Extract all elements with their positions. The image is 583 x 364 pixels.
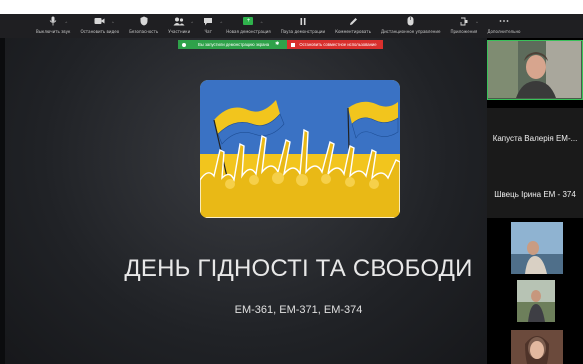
participant-name: Капуста Валерія ЕМ-... bbox=[492, 133, 578, 143]
shield-icon bbox=[136, 16, 152, 26]
slide-title: ДЕНЬ ГІДНОСТІ ТА СВОБОДИ bbox=[124, 255, 473, 282]
chevron-up-icon[interactable]: ^ bbox=[476, 18, 478, 28]
participant-avatar-photo bbox=[487, 218, 583, 278]
annotate-button[interactable]: Комментировать bbox=[335, 14, 371, 34]
new-share-button[interactable]: + ^ Новая демонстрация bbox=[226, 14, 271, 34]
mute-button[interactable]: ^ Выключить звук bbox=[36, 14, 70, 34]
microphone-icon: ^ bbox=[45, 16, 67, 26]
participants-gallery[interactable]: Капуста Валерія ЕМ-... Швець Ірина ЕМ - … bbox=[487, 38, 583, 364]
participant-tile[interactable] bbox=[487, 278, 583, 338]
participant-video bbox=[488, 41, 581, 98]
annotate-label: Комментировать bbox=[335, 29, 371, 34]
apps-icon: ^ bbox=[456, 16, 478, 26]
security-label: Безопасность bbox=[129, 29, 159, 34]
slide-subtitle: ЕМ-361, ЕМ-371, ЕМ-374 bbox=[234, 304, 363, 316]
top-strip bbox=[0, 0, 583, 14]
stop-video-label: Остановить видео bbox=[80, 29, 120, 34]
participant-tile-active-speaker[interactable] bbox=[487, 40, 583, 100]
ukraine-crowd-illustration bbox=[200, 80, 400, 218]
participant-tile[interactable] bbox=[487, 218, 583, 278]
chat-icon: ^ bbox=[200, 16, 222, 26]
mouse-icon bbox=[403, 16, 419, 26]
participants-button[interactable]: ^ Участники bbox=[168, 14, 193, 34]
stop-share-button[interactable]: Остановить совместное использование bbox=[287, 40, 383, 49]
mute-label: Выключить звук bbox=[36, 29, 71, 34]
apps-label: Приложения bbox=[450, 29, 478, 34]
more-label: Дополнительно bbox=[487, 29, 521, 34]
chevron-up-icon[interactable]: ^ bbox=[112, 18, 114, 28]
video-camera-icon: ^ bbox=[92, 16, 114, 26]
participant-tile[interactable]: Капуста Валерія ЕМ-... bbox=[487, 108, 583, 168]
chevron-up-icon[interactable]: ^ bbox=[191, 18, 193, 28]
share-screen-icon: + bbox=[243, 17, 254, 25]
stop-share-label: Остановить совместное использование bbox=[299, 42, 377, 47]
meeting-toolbar: ^ Выключить звук ^ Остановить видео Безо… bbox=[0, 14, 583, 38]
pause-icon bbox=[295, 16, 311, 26]
stop-video-button[interactable]: ^ Остановить видео bbox=[80, 14, 119, 34]
shared-screen-slide: ДЕНЬ ГІДНОСТІ ТА СВОБОДИ ЕМ-361, ЕМ-371,… bbox=[5, 38, 487, 364]
participant-tile[interactable]: Швець Ірина ЕМ - 374 bbox=[487, 164, 583, 224]
share-status-text: Вы запустили демонстрацию экрана bbox=[198, 42, 270, 47]
participant-avatar-photo bbox=[487, 330, 583, 364]
chevron-up-icon[interactable]: ^ bbox=[65, 18, 67, 28]
share-status-message: Вы запустили демонстрацию экрана ✱ bbox=[178, 40, 288, 49]
more-button[interactable]: Дополнительно bbox=[487, 14, 521, 34]
screen-share-banner: Вы запустили демонстрацию экрана ✱ Остан… bbox=[178, 40, 383, 49]
apps-button[interactable]: ^ Приложения bbox=[450, 14, 478, 34]
participant-name: Швець Ірина ЕМ - 374 bbox=[494, 189, 576, 199]
participants-icon: ^ bbox=[171, 16, 193, 26]
chat-label: Чат bbox=[204, 29, 212, 34]
pencil-icon bbox=[345, 16, 361, 26]
pause-share-button[interactable]: Пауза демонстрации bbox=[281, 14, 325, 34]
participants-label: Участники bbox=[168, 29, 191, 34]
share-screen-icon-wrap: + ^ bbox=[240, 16, 262, 26]
participant-avatar-photo bbox=[487, 278, 583, 330]
chevron-up-icon[interactable]: ^ bbox=[220, 18, 222, 28]
participant-tile[interactable] bbox=[487, 330, 583, 364]
chat-button[interactable]: ^ Чат bbox=[200, 14, 222, 34]
more-icon bbox=[496, 16, 512, 26]
share-status-icon bbox=[182, 42, 186, 47]
remote-control-button[interactable]: Дистанционное управление bbox=[380, 14, 441, 34]
new-share-label: Новая демонстрация bbox=[226, 29, 271, 34]
chevron-up-icon[interactable]: ^ bbox=[261, 18, 263, 28]
stop-icon bbox=[291, 42, 296, 47]
remote-control-label: Дистанционное управление bbox=[380, 29, 441, 34]
pin-icon[interactable]: ✱ bbox=[275, 40, 279, 49]
pause-share-label: Пауза демонстрации bbox=[280, 29, 326, 34]
security-button[interactable]: Безопасность bbox=[129, 14, 158, 34]
zoom-meeting-window: ^ Выключить звук ^ Остановить видео Безо… bbox=[0, 14, 583, 364]
